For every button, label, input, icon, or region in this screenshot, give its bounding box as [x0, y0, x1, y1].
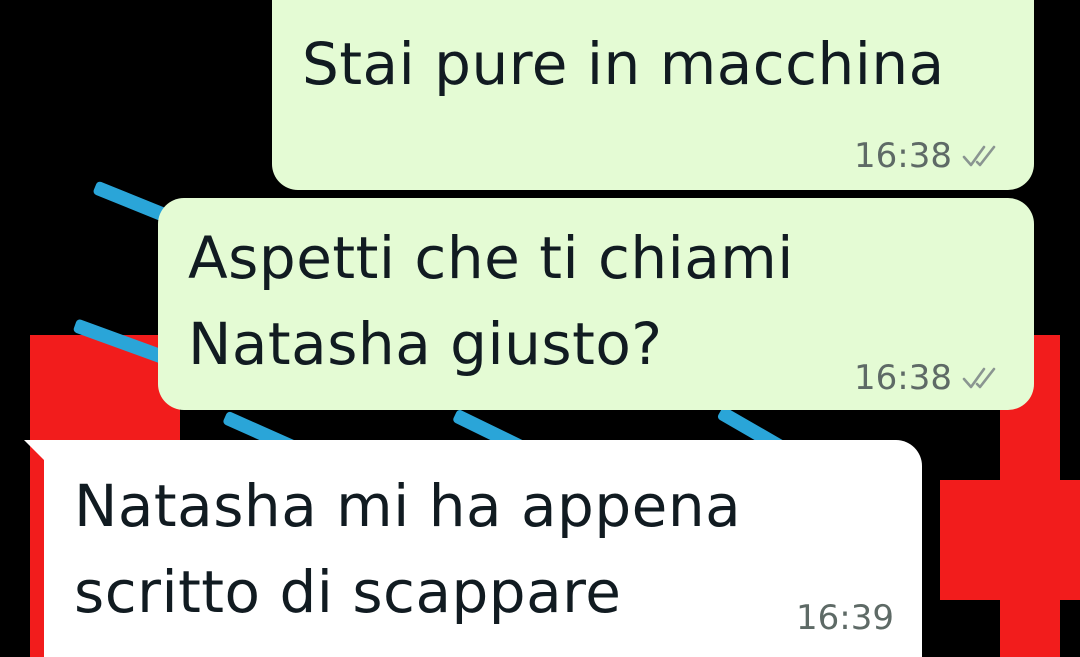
double-check-icon — [962, 145, 996, 167]
chat-screen: Stai pure in macchina 16:38 Aspetti che … — [0, 0, 1080, 657]
message-time: 16:38 — [854, 136, 952, 176]
message-bubble-incoming[interactable]: Natasha mi ha appena scritto di scappare… — [44, 440, 922, 657]
message-time: 16:39 — [796, 598, 894, 638]
double-check-icon — [962, 367, 996, 389]
message-text-line: Natasha mi ha appena — [74, 472, 742, 540]
message-meta: 16:38 — [854, 358, 1004, 398]
message-meta: 16:39 — [796, 598, 894, 638]
message-text-line: scritto di scappare — [74, 558, 622, 626]
message-bubble-outgoing[interactable]: Aspetti che ti chiami Natasha giusto? 16… — [158, 198, 1034, 410]
message-bubble-outgoing[interactable]: Stai pure in macchina 16:38 — [272, 0, 1034, 190]
message-meta: 16:38 — [854, 136, 1004, 176]
wallpaper-red-shape-right-bar — [940, 480, 1080, 600]
message-text-line: Aspetti che ti chiami — [188, 224, 794, 292]
message-time: 16:38 — [854, 358, 952, 398]
message-text: Stai pure in macchina — [302, 30, 945, 98]
message-text-line: Natasha giusto? — [188, 310, 663, 378]
